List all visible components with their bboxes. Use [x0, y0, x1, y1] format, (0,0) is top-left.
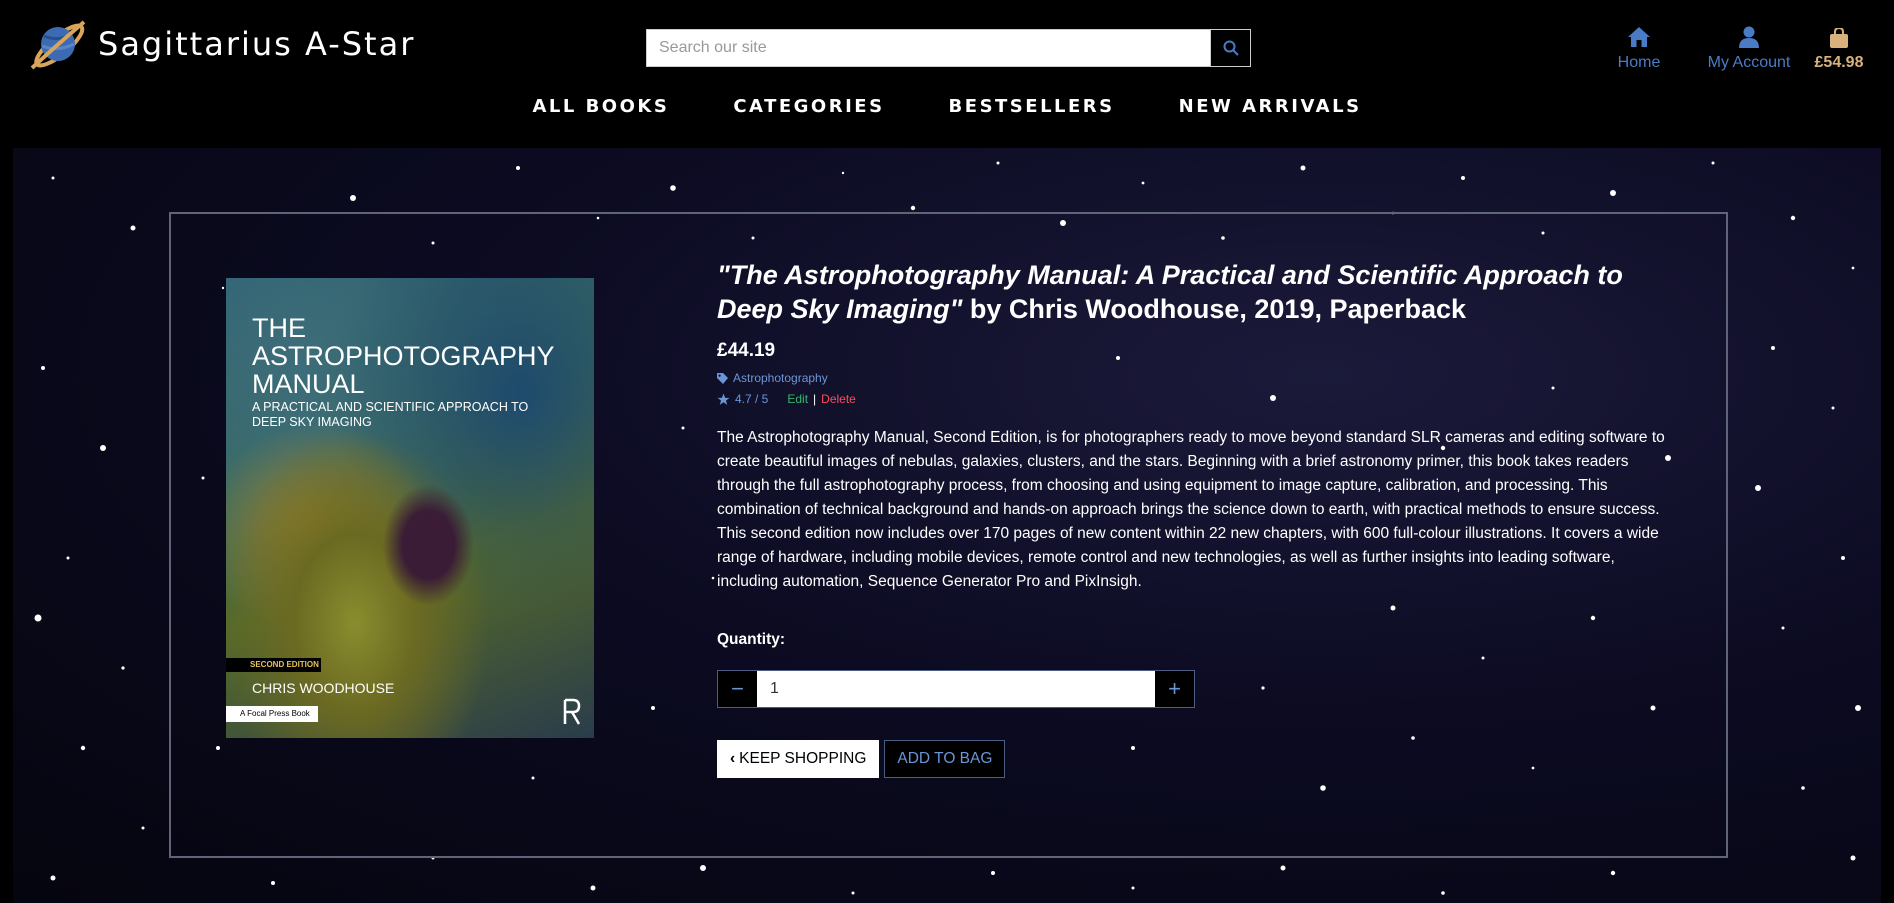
search-input[interactable] — [647, 30, 1210, 66]
publisher-logo-icon — [563, 698, 581, 725]
nav-bestsellers[interactable]: BESTSELLERS — [949, 96, 1115, 117]
nav-all-books[interactable]: ALL BOOKS — [532, 96, 669, 117]
product-title-rest: by Chris Woodhouse, 2019, Paperback — [962, 294, 1467, 324]
product-rating-row: 4.7 / 5 Edit | Delete — [717, 392, 1677, 406]
home-link[interactable]: Home — [1584, 22, 1694, 72]
nav-categories[interactable]: CATEGORIES — [733, 96, 884, 117]
add-to-bag-button[interactable]: ADD TO BAG — [884, 740, 1006, 778]
category-link[interactable]: Astrophotography — [733, 371, 828, 385]
bag-link[interactable]: £54.98 — [1804, 22, 1874, 72]
brand-name: Sagittarius A-Star — [98, 25, 416, 63]
tag-icon — [717, 372, 728, 384]
product-title: "The Astrophotography Manual: A Practica… — [717, 258, 1677, 326]
nav-new-arrivals[interactable]: NEW ARRIVALS — [1179, 96, 1362, 117]
product-info: "The Astrophotography Manual: A Practica… — [717, 258, 1677, 594]
search-icon — [1223, 40, 1239, 56]
cover-edition: SECOND EDITION — [226, 658, 321, 672]
cover-author: CHRIS WOODHOUSE — [252, 680, 395, 696]
chevron-left-icon: ‹ — [730, 750, 736, 767]
site-header: Sagittarius A-Star Home — [0, 0, 1894, 148]
home-icon — [1628, 27, 1650, 47]
increment-button[interactable]: + — [1155, 671, 1194, 707]
product-actions: ‹ KEEP SHOPPING ADD TO BAG — [717, 740, 1006, 778]
star-icon — [717, 393, 730, 405]
home-link-label: Home — [1617, 54, 1661, 71]
bag-total: £54.98 — [1814, 54, 1864, 71]
cover-title: THE ASTROPHOTOGRAPHY MANUAL — [252, 313, 555, 399]
quantity-label: Quantity: — [717, 631, 786, 648]
book-cover-image: THE ASTROPHOTOGRAPHY MANUAL A PRACTICAL … — [226, 278, 594, 738]
shopping-bag-icon — [1830, 28, 1848, 48]
main-nav: ALL BOOKS CATEGORIES BESTSELLERS NEW ARR… — [0, 96, 1894, 117]
add-to-bag-label: ADD TO BAG — [897, 750, 993, 767]
search-bar — [646, 29, 1251, 67]
product-category[interactable]: Astrophotography — [717, 371, 1677, 385]
quantity-input[interactable]: 1 — [757, 671, 1155, 707]
top-links: Home My Account £54.98 — [1584, 22, 1874, 72]
edit-link[interactable]: Edit — [787, 392, 808, 406]
delete-link[interactable]: Delete — [821, 392, 856, 406]
cover-subtitle: A PRACTICAL AND SCIENTIFIC APPROACH TO D… — [252, 400, 529, 429]
quantity-stepper: − 1 + — [717, 670, 1195, 708]
account-link-label: My Account — [1707, 54, 1791, 71]
product-description: The Astrophotography Manual, Second Edit… — [717, 429, 1665, 590]
product-price: £44.19 — [717, 340, 776, 361]
keep-shopping-label: KEEP SHOPPING — [739, 750, 867, 767]
meta-separator: | — [813, 392, 817, 406]
rating-value: 4.7 / 5 — [735, 392, 769, 406]
cover-publisher: A Focal Press Book — [226, 706, 318, 722]
keep-shopping-button[interactable]: ‹ KEEP SHOPPING — [717, 740, 880, 778]
brand[interactable]: Sagittarius A-Star — [28, 14, 415, 74]
ringed-planet-icon — [30, 20, 86, 70]
decrement-button[interactable]: − — [718, 671, 757, 707]
account-link[interactable]: My Account — [1694, 22, 1804, 72]
user-icon — [1739, 26, 1759, 48]
search-button[interactable] — [1210, 30, 1250, 66]
